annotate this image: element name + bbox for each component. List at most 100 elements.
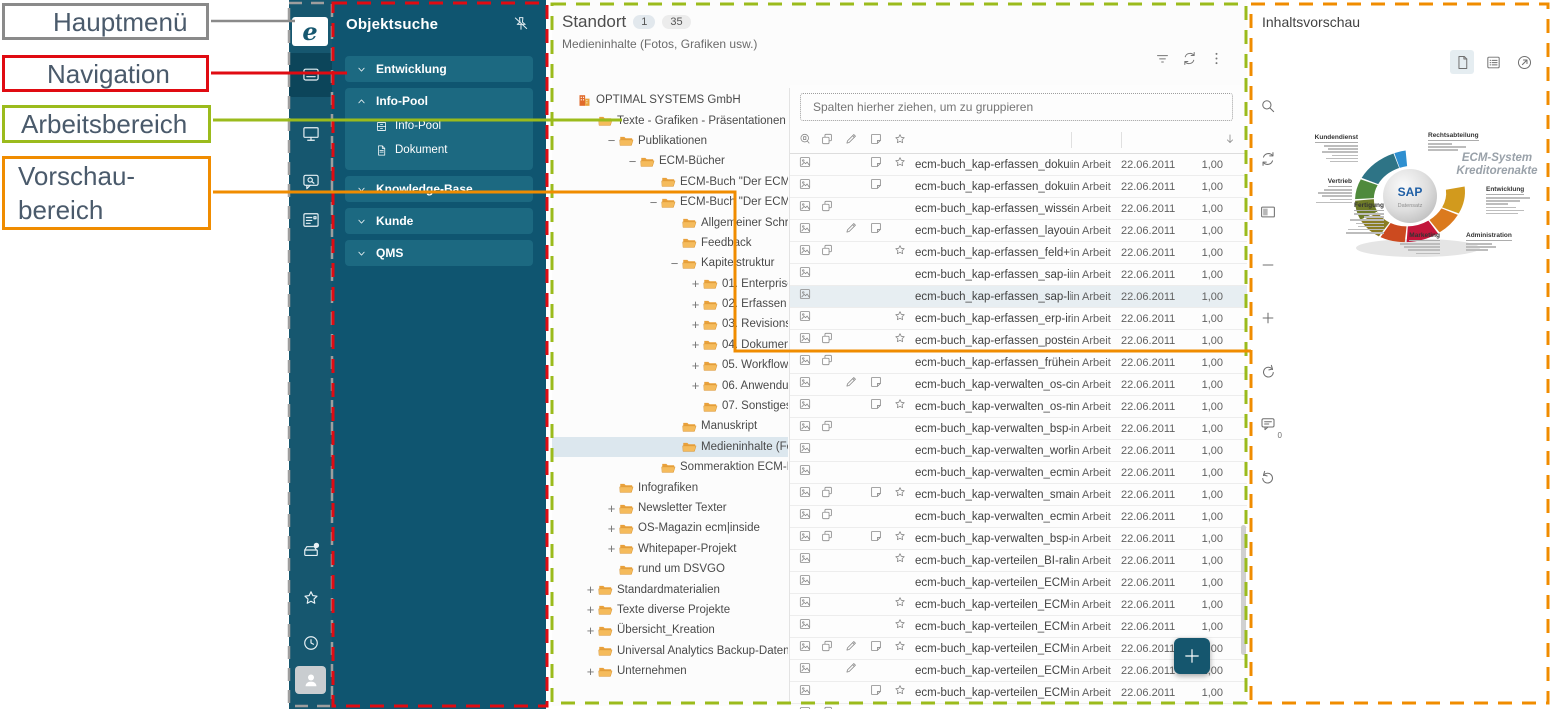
tree-expander-icon[interactable]: + (604, 502, 619, 515)
nav-section-header[interactable]: QMS (345, 240, 533, 266)
table-row[interactable]: ecm-buch_kap-verwalten_ecm-e-mail-manin … (790, 506, 1247, 528)
table-row[interactable]: ecm-buch_kap-erfassen_erp-integrationin … (790, 308, 1247, 330)
tree-expander-icon[interactable]: + (688, 298, 703, 311)
tree-item[interactable]: +04. Dokumentenmanagement (552, 335, 788, 355)
tree-item[interactable]: +Texte diverse Projekte (552, 600, 788, 620)
tree-item[interactable]: Feedback (552, 233, 788, 253)
column-status[interactable] (1071, 132, 1121, 148)
tree-item[interactable]: 07. Sonstiges (552, 396, 788, 416)
table-row[interactable]: ecm-buch_kap-erfassen_sap-lieferantena..… (790, 286, 1247, 308)
main-menu-favorites-star-icon[interactable] (289, 576, 332, 620)
more-icon[interactable] (1208, 50, 1225, 72)
column-favorite-icon[interactable] (893, 132, 915, 149)
nav-section-kunde[interactable]: Kunde (345, 208, 533, 234)
sort-desc-icon[interactable] (1223, 132, 1237, 149)
user-avatar-icon[interactable] (295, 666, 326, 694)
refresh-icon[interactable] (1181, 50, 1198, 72)
tree-item[interactable]: +OS-Magazin ecm|inside (552, 518, 788, 538)
table-row[interactable]: ecm-buch_kap-verteilen_BI-rahmenkonzepti… (790, 550, 1247, 572)
table-row[interactable]: ecm-buch_kap-verteilen_ECM+MSSin Arbeit2… (790, 682, 1247, 704)
nav-section-entwicklung[interactable]: Entwicklung (345, 56, 533, 82)
tree-expander-icon[interactable]: + (688, 318, 703, 331)
tree-expander-icon[interactable]: + (583, 665, 598, 678)
tree-item[interactable]: −Publikationen (552, 131, 788, 151)
tree-expander-icon[interactable]: − (667, 257, 682, 270)
column-object-type-icon[interactable] (798, 132, 820, 149)
tree-expander-icon[interactable]: + (688, 277, 703, 290)
table-row[interactable]: ecm-buch_kap-verwalten_bsp-workflowin Ar… (790, 418, 1247, 440)
table-row[interactable]: ecm-buch_kap-erfassen_layoutbasierte-in.… (790, 220, 1247, 242)
tree-expander-icon[interactable]: + (604, 542, 619, 555)
column-bezugsdatum[interactable] (1121, 132, 1183, 148)
nav-section-qms[interactable]: QMS (345, 240, 533, 266)
table-row[interactable]: ecm-buch_kap-erfassen_dokumentenstru...i… (790, 154, 1247, 176)
tree-item[interactable]: +Unternehmen (552, 661, 788, 681)
tree-item[interactable]: −Kapitelstruktur (552, 253, 788, 273)
tree-item[interactable]: −Texte - Grafiken - Präsentationen (552, 110, 788, 130)
pin-off-icon[interactable] (512, 15, 530, 38)
tree-expander-icon[interactable]: + (583, 624, 598, 637)
zoom-out-icon[interactable] (1256, 253, 1280, 277)
tree-expander-icon[interactable]: + (583, 583, 598, 596)
tree-item[interactable]: +Übersicht_Kreation (552, 620, 788, 640)
details-list-icon[interactable] (1481, 50, 1505, 74)
table-row[interactable]: ecm-buch_kap-verwalten_workflow-rahme...… (790, 440, 1247, 462)
nav-section-info-pool[interactable]: Info-PoolInfo-PoolDokument (345, 88, 533, 170)
tree-item[interactable]: +Whitepaper-Projekt (552, 539, 788, 559)
tree-item[interactable]: Sommeraktion ECM-Effekt Versand (552, 457, 788, 477)
tree-expander-icon[interactable]: − (625, 155, 640, 168)
tree-expander-icon[interactable]: + (688, 379, 703, 392)
main-menu-object-search-icon[interactable] (289, 53, 332, 97)
app-logo[interactable]: e (292, 17, 328, 46)
nav-item-info-pool[interactable]: Info-Pool (345, 114, 533, 138)
tree-expander-icon[interactable]: + (583, 603, 598, 616)
tree-item[interactable]: +02. Erfassen und Klassifizieren (552, 294, 788, 314)
rotate-right-icon[interactable] (1256, 359, 1280, 383)
column-links-icon[interactable] (820, 132, 844, 149)
tree-item[interactable]: ECM-Buch "Der ECM-Effekt II" (2016 (552, 172, 788, 192)
table-row[interactable]: ecm-buch_kap-verteilen_OSECM+BAANin Arbe… (790, 704, 1247, 709)
tree-expander-icon[interactable]: + (604, 522, 619, 535)
zoom-in-icon[interactable] (1256, 306, 1280, 330)
page-preview-icon[interactable] (1450, 50, 1474, 74)
tree-expander-icon[interactable]: − (583, 114, 598, 127)
column-annotations-icon[interactable] (844, 132, 869, 149)
nav-section-header[interactable]: Kunde (345, 208, 533, 234)
tree-expander-icon[interactable]: + (688, 359, 703, 372)
tree-item[interactable]: +Newsletter Texter (552, 498, 788, 518)
table-row[interactable]: ecm-buch_kap-verteilen_ECM+SOAin Arbeit2… (790, 594, 1247, 616)
main-menu-history-icon[interactable] (289, 621, 332, 665)
tree-item[interactable]: Allgemeiner Schriftverkehr (552, 212, 788, 232)
zoom-search-icon[interactable] (1256, 94, 1280, 118)
table-row[interactable]: ecm-buch_kap-verwalten_ecm-crmin Arbeit2… (790, 462, 1247, 484)
refresh-icon[interactable] (1256, 147, 1280, 171)
tree-expander-icon[interactable]: − (646, 196, 661, 209)
nav-section-header[interactable]: Info-Pool (345, 88, 533, 114)
nav-section-header[interactable]: Knowledge-Base (345, 176, 533, 202)
main-menu-window-list-icon[interactable] (289, 198, 332, 242)
tree-expander-icon[interactable]: + (688, 338, 703, 351)
nav-section-header[interactable]: Entwicklung (345, 56, 533, 82)
main-menu-tray-notification-icon[interactable] (289, 528, 332, 572)
tree-item[interactable]: +Standardmaterialien (552, 579, 788, 599)
tree-item[interactable]: Medieninhalte (Fotos, Grafiken us (552, 437, 788, 457)
tree-item[interactable]: +01. Enterprise Content Manage (552, 274, 788, 294)
tree-item[interactable]: +03. Revisionssicher archivieren (552, 314, 788, 334)
tree-expander-icon[interactable]: − (604, 134, 619, 147)
table-row[interactable]: ecm-buch_kap-erfassen_wissensbasierte-..… (790, 198, 1247, 220)
add-button[interactable] (1174, 638, 1210, 674)
table-row[interactable]: ecm-buch_kap-erfassen_feld+tabellen-ba..… (790, 242, 1247, 264)
tree-item[interactable]: −ECM-Bücher (552, 151, 788, 171)
table-row[interactable]: ecm-buch_kap-erfassen_sap-integration-s.… (790, 264, 1247, 286)
tree-item[interactable]: +06. Anwendungsgebiete (552, 375, 788, 395)
table-row[interactable]: ecm-buch_kap-verteilen_ECM+EAIin Arbeit2… (790, 572, 1247, 594)
table-row[interactable]: ecm-buch_kap-verteilen_ECM+ESBin Arbeit2… (790, 616, 1247, 638)
table-row[interactable]: ecm-buch_kap-verwalten_bsp-prozessmo...i… (790, 528, 1247, 550)
table-row[interactable]: ecm-buch_kap-verwalten_smart-struc-wor..… (790, 484, 1247, 506)
filter-icon[interactable] (1154, 50, 1171, 72)
tree-item[interactable]: rund um DSVGO (552, 559, 788, 579)
tree-item[interactable]: Universal Analytics Backup-Daten 2012-20 (552, 641, 788, 661)
tree-item[interactable]: −ECM-Buch "Der ECM-Effekt" (2011) (552, 192, 788, 212)
table-row[interactable]: ecm-buch_kap-erfassen_dokumentenklas...i… (790, 176, 1247, 198)
table-row[interactable]: ecm-buch_kap-erfassen_posteingangslös...… (790, 330, 1247, 352)
